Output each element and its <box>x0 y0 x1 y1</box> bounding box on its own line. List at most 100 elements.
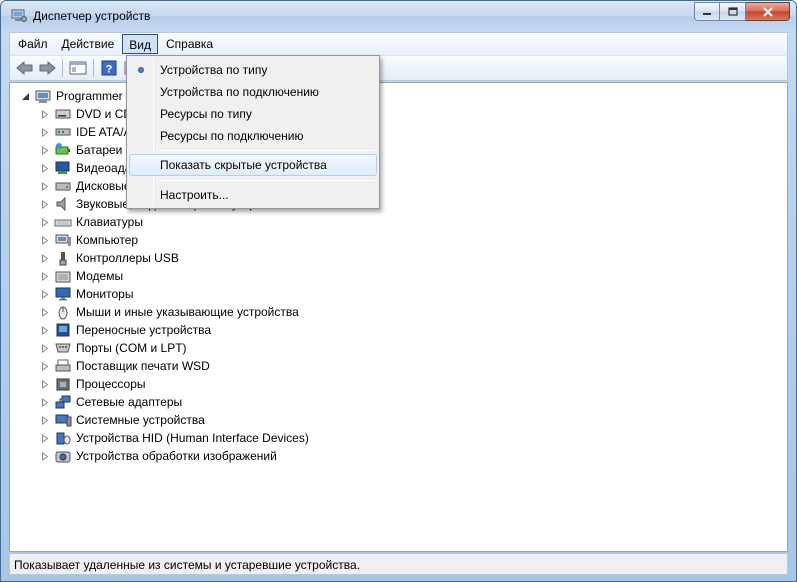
view-menu-item-customize[interactable]: Настроить... <box>129 184 377 206</box>
tree-category-item[interactable]: Устройства обработки изображений <box>40 447 277 465</box>
expand-arrow-icon[interactable] <box>40 397 50 407</box>
help-button[interactable]: ? <box>98 58 120 78</box>
console-tree-button[interactable] <box>67 58 89 78</box>
portable-device-icon <box>54 322 72 338</box>
maximize-button[interactable] <box>720 2 746 21</box>
forward-arrow-icon <box>39 61 56 75</box>
expand-arrow-icon[interactable] <box>40 199 50 209</box>
tree-category-item[interactable]: Переносные устройства <box>40 321 211 339</box>
imaging-device-icon <box>54 448 72 464</box>
view-menu-item-show-hidden[interactable]: Показать скрытые устройства <box>129 154 377 176</box>
printer-icon <box>54 358 72 374</box>
mouse-icon <box>54 304 72 320</box>
menu-bar: Файл Действие Вид Справка <box>9 32 788 55</box>
expand-arrow-icon[interactable] <box>40 379 50 389</box>
expand-arrow-icon[interactable] <box>40 235 50 245</box>
tree-category-item[interactable]: Компьютер <box>40 231 138 249</box>
display-adapter-icon <box>54 160 72 176</box>
title-bar[interactable]: Диспетчер устройств <box>1 1 796 31</box>
minimize-icon <box>703 12 711 15</box>
tree-category-item[interactable]: Системные устройства <box>40 411 205 429</box>
tree-category-item[interactable]: Модемы <box>40 267 123 285</box>
tree-category-label: Процессоры <box>76 377 146 391</box>
close-button[interactable] <box>746 2 790 21</box>
port-icon <box>54 340 72 356</box>
tree-category-item[interactable]: Процессоры <box>40 375 146 393</box>
expand-arrow-icon[interactable] <box>40 127 50 137</box>
maximize-icon <box>727 7 738 16</box>
tree-category-label: Контроллеры USB <box>76 251 179 265</box>
expand-arrow-icon[interactable] <box>40 289 50 299</box>
svg-text:?: ? <box>106 64 113 76</box>
menu-separator <box>159 180 375 181</box>
tree-category-item[interactable]: Порты (COM и LPT) <box>40 339 187 357</box>
expand-arrow-icon[interactable] <box>40 181 50 191</box>
hid-icon <box>54 430 72 446</box>
expand-arrow-icon[interactable] <box>40 109 50 119</box>
close-icon <box>762 6 773 17</box>
expand-arrow-icon[interactable] <box>40 163 50 173</box>
expand-arrow-icon[interactable] <box>40 451 50 461</box>
back-button[interactable] <box>14 58 36 78</box>
tree-category-item[interactable]: Клавиатуры <box>40 213 143 231</box>
expand-arrow-icon[interactable] <box>40 433 50 443</box>
tree-category-label: Устройства обработки изображений <box>76 449 277 463</box>
view-menu-item-label: Ресурсы по типу <box>160 107 252 121</box>
tree-category-label: Мониторы <box>76 287 134 301</box>
expand-arrow-icon[interactable] <box>40 145 50 155</box>
console-tree-icon <box>69 61 87 75</box>
menu-action[interactable]: Действие <box>56 34 121 54</box>
view-menu-item-label: Устройства по типу <box>160 63 268 77</box>
device-manager-icon <box>11 9 27 23</box>
tree-category-item[interactable]: Поставщик печати WSD <box>40 357 210 375</box>
view-menu-item-devices-by-type[interactable]: Устройства по типу <box>129 59 377 81</box>
view-menu-item-label: Настроить... <box>160 188 229 202</box>
expand-arrow-icon[interactable] <box>40 307 50 317</box>
expand-arrow-icon[interactable] <box>40 415 50 425</box>
expand-arrow-icon[interactable] <box>40 361 50 371</box>
tree-category-label: Компьютер <box>76 233 139 247</box>
dvd-drive-icon <box>54 106 72 122</box>
tree-category-item[interactable]: Сетевые адаптеры <box>40 393 182 411</box>
tree-category-label: Порты (COM и LPT) <box>76 341 187 355</box>
menu-help[interactable]: Справка <box>160 34 219 54</box>
window-title: Диспетчер устройств <box>33 9 151 23</box>
menu-file[interactable]: Файл <box>12 34 54 54</box>
usb-icon <box>54 250 72 266</box>
expand-arrow-icon[interactable] <box>40 343 50 353</box>
view-menu-item-resources-by-type[interactable]: Ресурсы по типу <box>129 103 377 125</box>
tree-category-item[interactable]: Батареи <box>40 141 122 159</box>
expand-arrow-icon[interactable] <box>40 271 50 281</box>
ide-controller-icon <box>54 124 72 140</box>
tree-category-label: Мыши и иные указывающие устройства <box>76 305 299 319</box>
menu-view[interactable]: Вид <box>122 34 158 54</box>
expand-arrow-icon[interactable] <box>40 325 50 335</box>
computer-icon <box>54 232 72 248</box>
tree-category-item[interactable]: Мыши и иные указывающие устройства <box>40 303 299 321</box>
back-arrow-icon <box>16 61 33 75</box>
tree-category-item[interactable]: Устройства HID (Human Interface Devices) <box>40 429 309 447</box>
view-menu-item-label: Показать скрытые устройства <box>160 158 327 172</box>
tree-category-label: Клавиатуры <box>76 215 143 229</box>
disk-drive-icon <box>54 178 72 194</box>
minimize-button[interactable] <box>694 2 720 21</box>
tree-root[interactable]: Programmer <box>20 87 123 105</box>
collapse-arrow-icon[interactable] <box>20 91 30 101</box>
battery-icon <box>54 142 72 158</box>
expand-arrow-icon[interactable] <box>40 253 50 263</box>
view-menu-item-resources-by-connection[interactable]: Ресурсы по подключению <box>129 125 377 147</box>
tree-category-item[interactable]: Мониторы <box>40 285 133 303</box>
view-menu-item-devices-by-connection[interactable]: Устройства по подключению <box>129 81 377 103</box>
tree-category-item[interactable]: Контроллеры USB <box>40 249 179 267</box>
tree-category-label: Устройства HID (Human Interface Devices) <box>76 431 309 445</box>
view-menu-item-label: Ресурсы по подключению <box>160 129 304 143</box>
keyboard-icon <box>54 214 72 230</box>
processor-icon <box>54 376 72 392</box>
network-adapter-icon <box>54 394 72 410</box>
tree-category-label: Батареи <box>76 143 123 157</box>
forward-button[interactable] <box>36 58 58 78</box>
device-manager-window: Диспетчер устройств Файл Действие Вид Сп… <box>0 0 797 582</box>
tree-category-label: Сетевые адаптеры <box>76 395 183 409</box>
expand-arrow-icon[interactable] <box>40 217 50 227</box>
monitor-icon <box>54 286 72 302</box>
